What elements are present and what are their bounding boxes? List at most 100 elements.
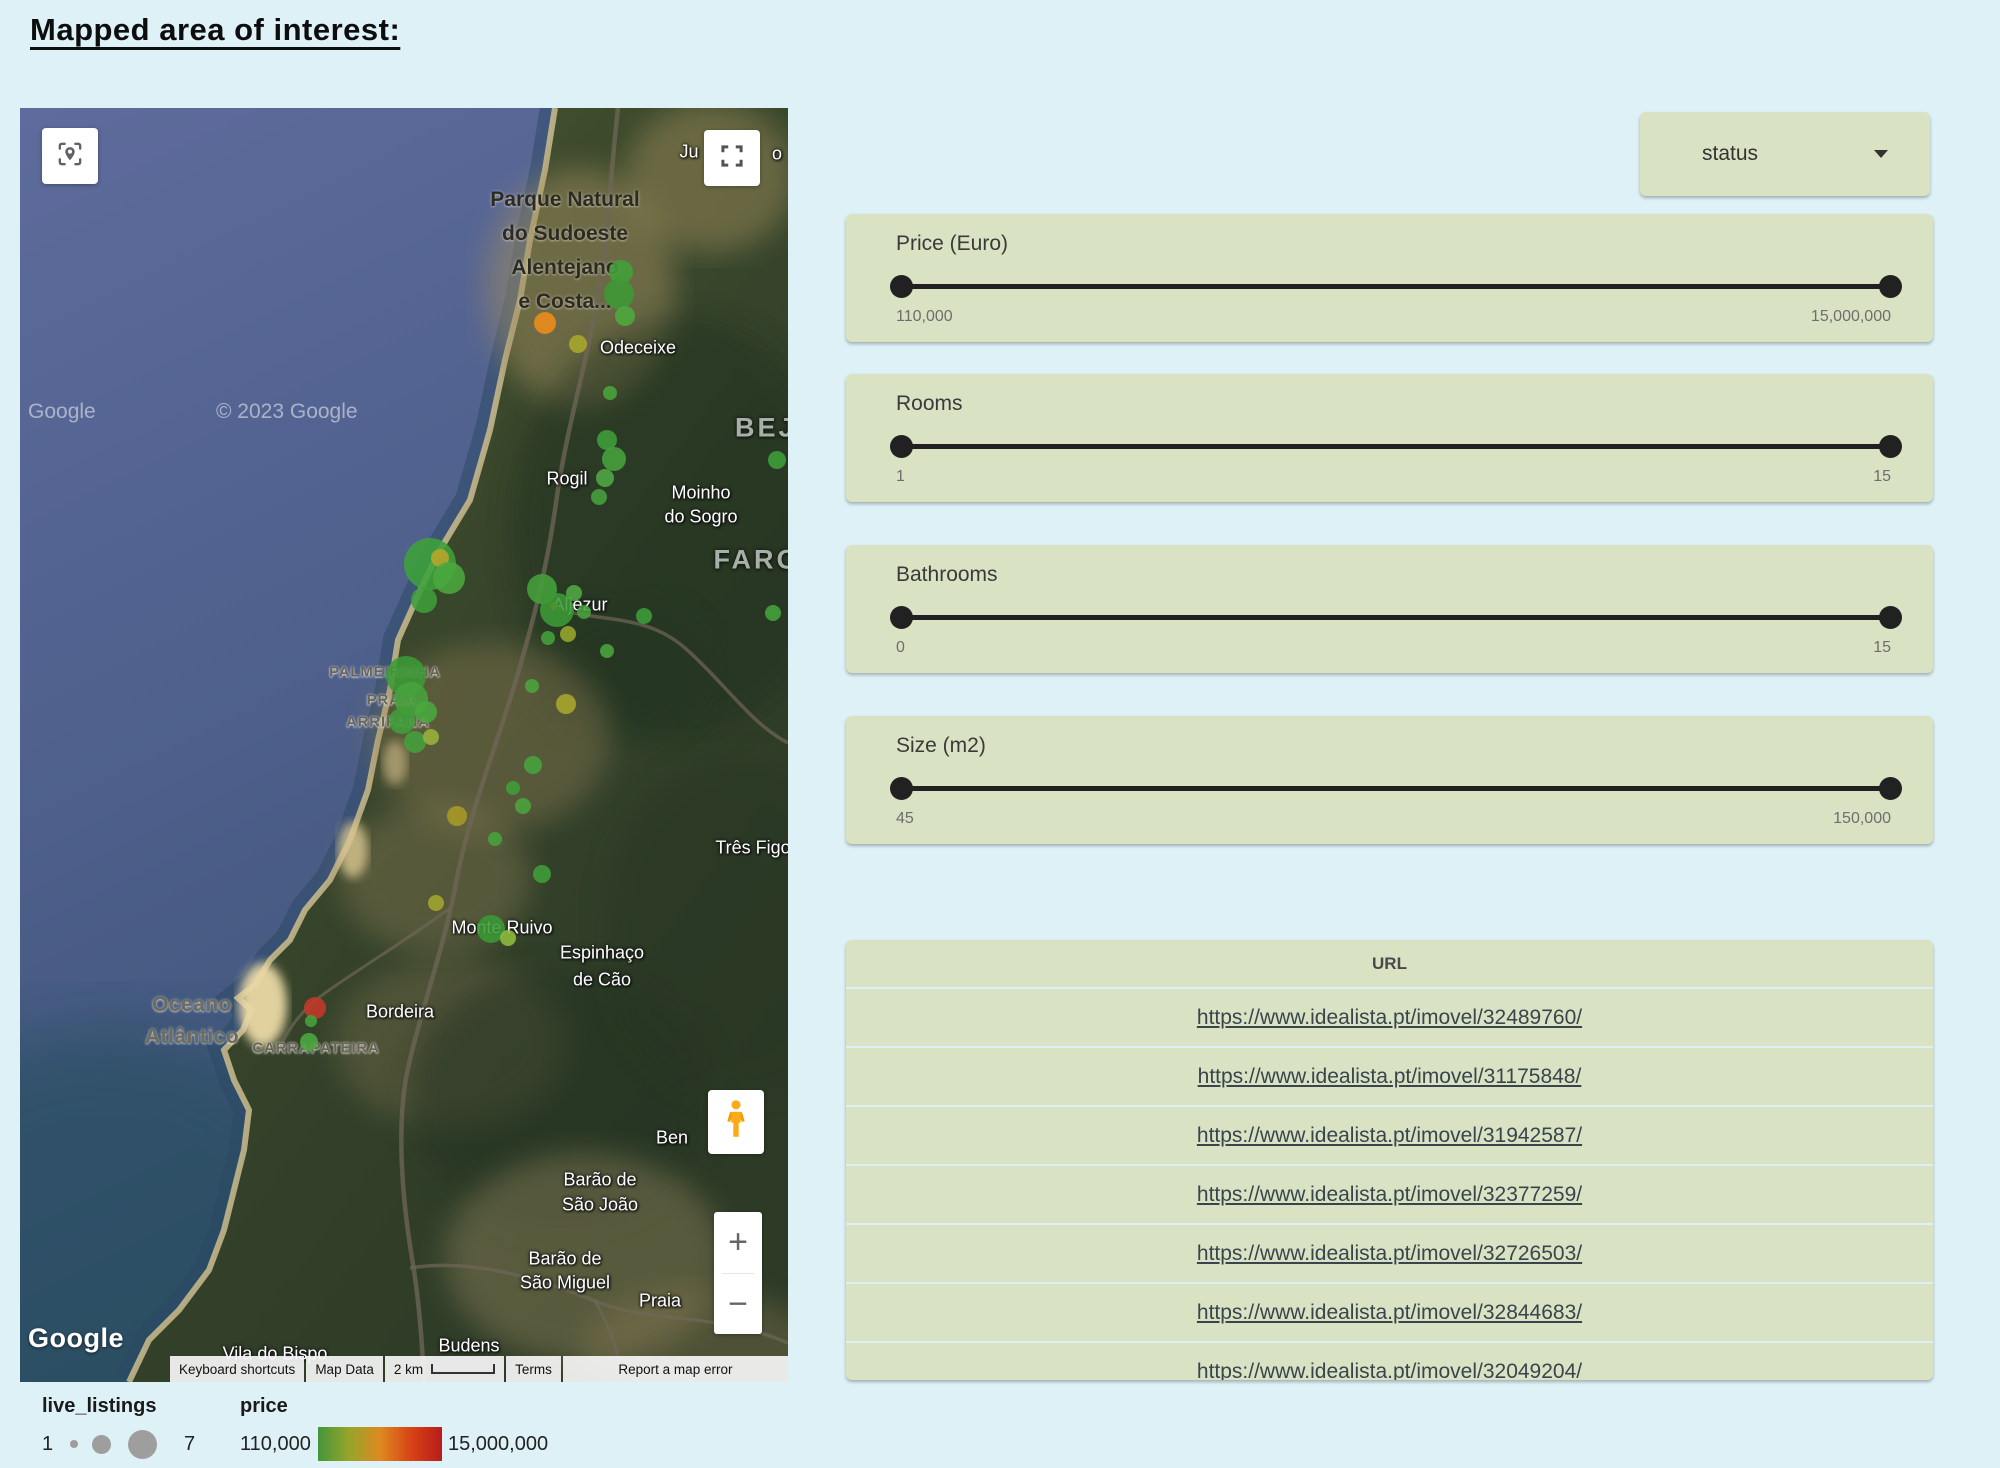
price-slider-label: Price (Euro) <box>896 232 1008 256</box>
listing-point[interactable] <box>602 447 626 471</box>
listing-point[interactable] <box>534 312 556 334</box>
map-data-link[interactable]: Map Data <box>306 1356 383 1382</box>
rooms-min-value: 1 <box>896 468 905 486</box>
listing-point[interactable] <box>577 605 591 619</box>
listing-point[interactable] <box>533 865 551 883</box>
price-slider-max-handle[interactable] <box>1879 275 1902 298</box>
map-place-label: Budens <box>438 1336 499 1357</box>
map-fullscreen-button[interactable] <box>704 130 760 186</box>
bathrooms-slider-track[interactable] <box>901 615 1891 620</box>
status-dropdown-label: status <box>1702 142 1758 166</box>
report-map-error-link[interactable]: Report a map error <box>563 1356 788 1382</box>
listing-point[interactable] <box>615 306 635 326</box>
map-place-label: São Miguel <box>520 1273 610 1294</box>
url-column-header: URL <box>846 940 1933 987</box>
fullscreen-icon <box>717 141 747 176</box>
rooms-slider-track[interactable] <box>901 444 1891 449</box>
bathrooms-filter-panel: Bathrooms 0 15 <box>846 545 1933 673</box>
listing-point[interactable] <box>596 469 614 487</box>
size-legend-min: 1 <box>42 1433 53 1456</box>
listing-link[interactable]: https://www.idealista.pt/imovel/31175848… <box>1198 1065 1582 1089</box>
map-copyright-watermark: © 2023 Google <box>216 400 358 424</box>
map-scale-control[interactable]: 2 km <box>385 1356 504 1382</box>
price-legend-title: price <box>240 1395 288 1418</box>
listing-point[interactable] <box>447 806 467 826</box>
rooms-slider-min-handle[interactable] <box>890 435 913 458</box>
listing-point[interactable] <box>525 679 539 693</box>
price-slider-track[interactable] <box>901 284 1891 289</box>
listing-point[interactable] <box>411 587 437 613</box>
rooms-slider-label: Rooms <box>896 392 963 416</box>
map-legend: live_listings price 1 7 110,000 15,000,0… <box>30 1395 730 1465</box>
map-scale-bar <box>431 1364 495 1374</box>
size-slider-max-handle[interactable] <box>1879 777 1902 800</box>
size-min-value: 45 <box>896 810 914 828</box>
listing-point[interactable] <box>515 798 531 814</box>
listing-link[interactable]: https://www.idealista.pt/imovel/32844683… <box>1197 1301 1582 1325</box>
location-crosshair-icon <box>55 139 85 174</box>
zoom-out-button[interactable]: − <box>714 1274 762 1334</box>
map-scale-label: 2 km <box>394 1362 423 1377</box>
rooms-filter-panel: Rooms 1 15 <box>846 374 1933 502</box>
listing-point[interactable] <box>524 756 542 774</box>
listing-link[interactable]: https://www.idealista.pt/imovel/32049204… <box>1197 1360 1582 1381</box>
map-place-label: Três Figo <box>715 838 788 859</box>
terms-link[interactable]: Terms <box>506 1356 561 1382</box>
listing-point[interactable] <box>604 279 634 309</box>
listing-point[interactable] <box>428 895 444 911</box>
map-place-label: o <box>772 144 782 165</box>
size-filter-panel: Size (m2) 45 150,000 <box>846 716 1933 844</box>
listing-link[interactable]: https://www.idealista.pt/imovel/32377259… <box>1197 1183 1582 1207</box>
status-dropdown[interactable]: status <box>1640 112 1930 196</box>
pegman-control[interactable] <box>708 1090 764 1154</box>
listing-point[interactable] <box>500 930 516 946</box>
map-canvas[interactable]: Google © 2023 Google Parque Naturaldo Su… <box>20 108 788 1382</box>
listing-point[interactable] <box>556 694 576 714</box>
zoom-in-button[interactable]: + <box>714 1212 762 1272</box>
listing-point[interactable] <box>768 451 786 469</box>
listing-point[interactable] <box>566 585 582 601</box>
map-select-area-button[interactable] <box>42 128 98 184</box>
map-place-label: Praia <box>639 1291 681 1312</box>
listing-point[interactable] <box>506 781 520 795</box>
listing-link[interactable]: https://www.idealista.pt/imovel/31942587… <box>1197 1124 1582 1148</box>
listing-point[interactable] <box>433 562 465 594</box>
size-slider-track[interactable] <box>901 786 1891 791</box>
map-place-label: Moinho <box>671 483 730 504</box>
map-place-label: Ben <box>656 1128 688 1149</box>
size-legend-dot <box>128 1430 157 1459</box>
listing-point[interactable] <box>560 626 576 642</box>
listing-point[interactable] <box>636 608 652 624</box>
rooms-slider-max-handle[interactable] <box>1879 435 1902 458</box>
bathrooms-slider-min-handle[interactable] <box>890 606 913 629</box>
listing-point[interactable] <box>488 832 502 846</box>
listing-point[interactable] <box>423 729 439 745</box>
listing-link[interactable]: https://www.idealista.pt/imovel/32489760… <box>1197 1006 1582 1030</box>
listing-point[interactable] <box>603 386 617 400</box>
size-legend-max: 7 <box>184 1433 195 1456</box>
size-max-value: 150,000 <box>1833 810 1891 828</box>
listing-link[interactable]: https://www.idealista.pt/imovel/32726503… <box>1197 1242 1582 1266</box>
bathrooms-slider-max-handle[interactable] <box>1879 606 1902 629</box>
listing-point[interactable] <box>541 631 555 645</box>
listing-point[interactable] <box>415 701 437 723</box>
listing-point[interactable] <box>765 605 781 621</box>
price-slider-min-handle[interactable] <box>890 275 913 298</box>
google-logo: Google <box>28 1323 124 1354</box>
listing-point[interactable] <box>600 644 614 658</box>
price-legend-min: 110,000 <box>240 1433 311 1456</box>
listing-point[interactable] <box>389 708 415 734</box>
size-slider-min-handle[interactable] <box>890 777 913 800</box>
bathrooms-slider-label: Bathrooms <box>896 563 998 587</box>
listing-point[interactable] <box>300 1033 318 1051</box>
map-place-label: Barão de <box>528 1249 601 1270</box>
listing-point[interactable] <box>591 489 607 505</box>
price-gradient-bar <box>318 1427 442 1461</box>
listing-point[interactable] <box>569 335 587 353</box>
map-place-label: de Cão <box>573 970 631 991</box>
size-legend-dot <box>92 1435 111 1454</box>
map-place-label: Alentejano <box>511 256 618 280</box>
keyboard-shortcuts-link[interactable]: Keyboard shortcuts <box>170 1356 304 1382</box>
map-place-label: do Sogro <box>664 507 737 528</box>
listing-point[interactable] <box>305 1015 317 1027</box>
